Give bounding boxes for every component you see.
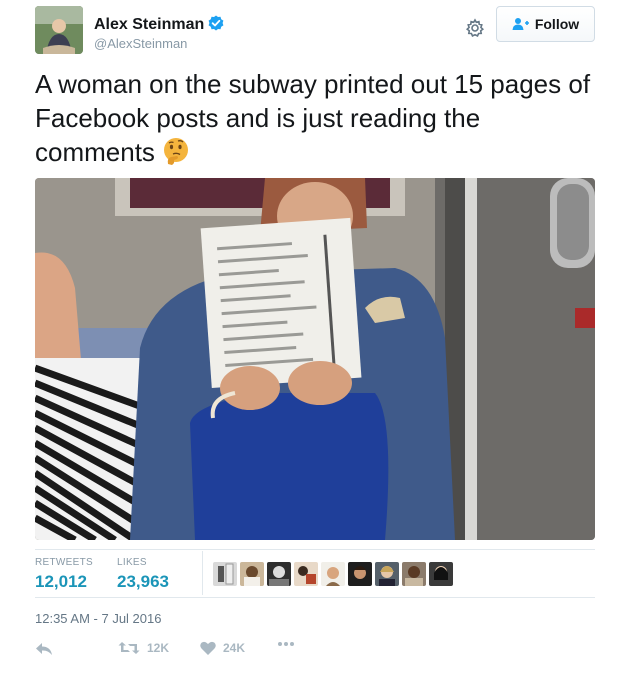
retweet-icon xyxy=(118,642,140,654)
likes-stat[interactable]: LIKES 23,963 xyxy=(117,557,169,592)
retweet-count: 12K xyxy=(147,641,170,655)
tweet-text-content: A woman on the subway printed out 15 pag… xyxy=(35,69,591,167)
retweet-button[interactable]: 12K xyxy=(118,641,169,655)
gear-icon[interactable] xyxy=(465,18,485,38)
follow-label: Follow xyxy=(534,16,580,32)
liker-avatar[interactable] xyxy=(240,562,264,586)
liker-avatar[interactable] xyxy=(267,562,291,586)
like-count: 24K xyxy=(223,641,246,655)
heart-icon xyxy=(200,641,216,655)
tweet-text: A woman on the subway printed out 15 pag… xyxy=(35,67,600,169)
liker-avatar[interactable] xyxy=(375,562,399,586)
user-name-text: Alex Steinman xyxy=(94,16,205,33)
subway-photo-image xyxy=(35,178,595,540)
liker-avatar[interactable] xyxy=(213,562,237,586)
tweet-header: Alex Steinman @AlexSteinman Follow xyxy=(35,6,595,56)
tweet-photo[interactable] xyxy=(35,178,595,540)
divider-bottom xyxy=(35,597,595,598)
liker-avatar[interactable] xyxy=(294,562,318,586)
reply-icon xyxy=(36,643,52,655)
liker-avatar[interactable] xyxy=(348,562,372,586)
add-user-icon xyxy=(512,18,529,30)
reply-button[interactable] xyxy=(35,641,53,657)
liker-avatar[interactable] xyxy=(429,562,453,586)
avatar[interactable] xyxy=(35,6,83,54)
stats-separator xyxy=(202,551,203,595)
follow-button[interactable]: Follow xyxy=(496,6,595,42)
tweet-actions: 12K 24K xyxy=(35,641,335,661)
tweet-stats: RETWEETS 12,012 LIKES 23,963 xyxy=(35,549,595,597)
like-button[interactable]: 24K xyxy=(200,641,245,655)
retweets-stat[interactable]: RETWEETS 12,012 xyxy=(35,557,93,592)
tweet-timestamp[interactable]: 12:35 AM - 7 Jul 2016 xyxy=(35,611,161,626)
liker-avatar[interactable] xyxy=(402,562,426,586)
verified-badge-icon xyxy=(208,15,224,31)
retweets-label: RETWEETS xyxy=(35,557,93,568)
more-button[interactable] xyxy=(277,641,295,647)
user-name[interactable]: Alex Steinman xyxy=(94,15,224,34)
liker-avatar[interactable] xyxy=(321,562,345,586)
retweets-value: 12,012 xyxy=(35,572,87,591)
thinking-face-icon xyxy=(163,138,188,165)
user-handle[interactable]: @AlexSteinman xyxy=(94,36,187,51)
likes-value: 23,963 xyxy=(117,572,169,591)
likes-label: LIKES xyxy=(117,557,147,568)
likers-list xyxy=(213,562,453,586)
more-options-icon xyxy=(278,642,294,646)
